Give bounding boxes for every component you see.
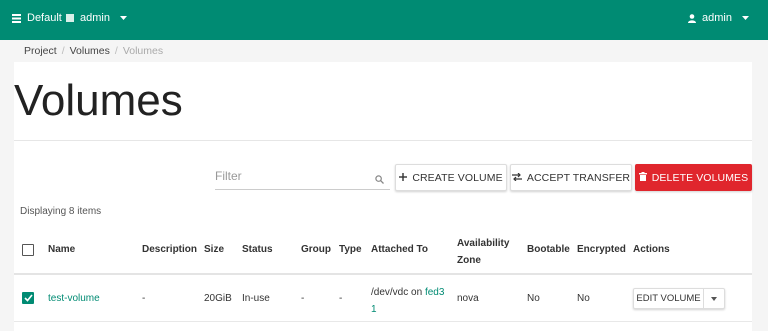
volume-group: - [301, 293, 305, 304]
volume-encrypted: No [577, 293, 590, 304]
breadcrumb-separator: / [61, 45, 65, 57]
user-label: admin [702, 12, 732, 24]
delete-volumes-button[interactable]: DELETE VOLUMES [635, 164, 752, 191]
volume-attached-to: /dev/vdc on fed3 1 [371, 284, 444, 318]
row-actions-dropdown-button[interactable] [704, 289, 724, 308]
scrollbar-track[interactable] [761, 40, 768, 331]
breadcrumb-volumes[interactable]: Volumes [70, 45, 110, 57]
caret-down-icon [119, 16, 127, 20]
breadcrumb: Project / Volumes / Volumes [14, 40, 752, 62]
user-menu[interactable]: admin [688, 12, 749, 24]
volume-availability-zone: nova [457, 293, 479, 304]
attached-instance-link[interactable]: fed3 [425, 287, 444, 298]
column-header-encrypted[interactable]: Encrypted [577, 244, 626, 255]
project-selector[interactable]: Default [12, 12, 62, 24]
volume-status: In-use [242, 293, 270, 304]
edit-volume-button[interactable]: EDIT VOLUME [634, 289, 704, 308]
volume-description: - [142, 293, 146, 304]
column-header-type[interactable]: Type [339, 244, 362, 255]
row-actions-group: EDIT VOLUME [633, 288, 725, 309]
row-checkbox[interactable] [22, 292, 34, 304]
item-count: Displaying 8 items [20, 206, 102, 217]
table-header-divider [14, 273, 752, 275]
select-all-checkbox[interactable] [22, 244, 34, 256]
attached-instance-link-continued[interactable]: 1 [371, 301, 444, 318]
project-icon [12, 13, 21, 23]
accept-transfer-label: ACCEPT TRANSFER [526, 171, 631, 184]
breadcrumb-separator: / [114, 45, 118, 57]
page-title: Volumes [14, 76, 183, 125]
column-header-availability-zone[interactable]: Availability Zone [457, 235, 509, 269]
column-header-attached-to[interactable]: Attached To [371, 244, 428, 255]
caret-down-icon [711, 296, 717, 301]
row-divider [14, 321, 752, 322]
volume-name-link[interactable]: test-volume [48, 293, 100, 304]
volume-type: - [339, 293, 343, 304]
title-divider [14, 140, 752, 141]
column-header-availability-line1: Availability [457, 238, 510, 249]
column-header-size[interactable]: Size [204, 244, 224, 255]
column-header-description[interactable]: Description [142, 244, 197, 255]
attached-device: /dev/vdc on [371, 287, 423, 298]
domain-icon [66, 14, 74, 22]
caret-down-icon [741, 16, 749, 20]
exchange-icon [511, 172, 522, 184]
delete-volumes-label: DELETE VOLUMES [651, 171, 749, 184]
create-volume-label: CREATE VOLUME [412, 171, 503, 184]
domain-label: admin [80, 12, 110, 24]
domain-selector[interactable]: admin [66, 12, 127, 24]
trash-icon [638, 171, 647, 184]
column-header-status[interactable]: Status [242, 244, 273, 255]
breadcrumb-current: Volumes [122, 45, 164, 57]
volume-size: 20GiB [204, 293, 232, 304]
check-icon [23, 294, 33, 302]
volume-bootable: No [527, 293, 540, 304]
accept-transfer-button[interactable]: ACCEPT TRANSFER [510, 164, 632, 191]
breadcrumb-project[interactable]: Project [24, 45, 57, 57]
column-header-name[interactable]: Name [48, 244, 75, 255]
search-icon[interactable] [375, 171, 384, 189]
column-header-actions: Actions [633, 244, 670, 255]
project-label: Default [27, 12, 62, 24]
user-icon [688, 13, 696, 23]
column-header-group[interactable]: Group [301, 244, 331, 255]
top-navbar: Default admin admin [0, 0, 768, 40]
create-volume-button[interactable]: CREATE VOLUME [395, 164, 507, 191]
column-header-bootable[interactable]: Bootable [527, 244, 570, 255]
plus-icon [399, 172, 408, 184]
filter-input[interactable] [215, 164, 365, 188]
filter-field[interactable] [215, 164, 390, 190]
column-header-availability-line2: Zone [457, 255, 481, 266]
